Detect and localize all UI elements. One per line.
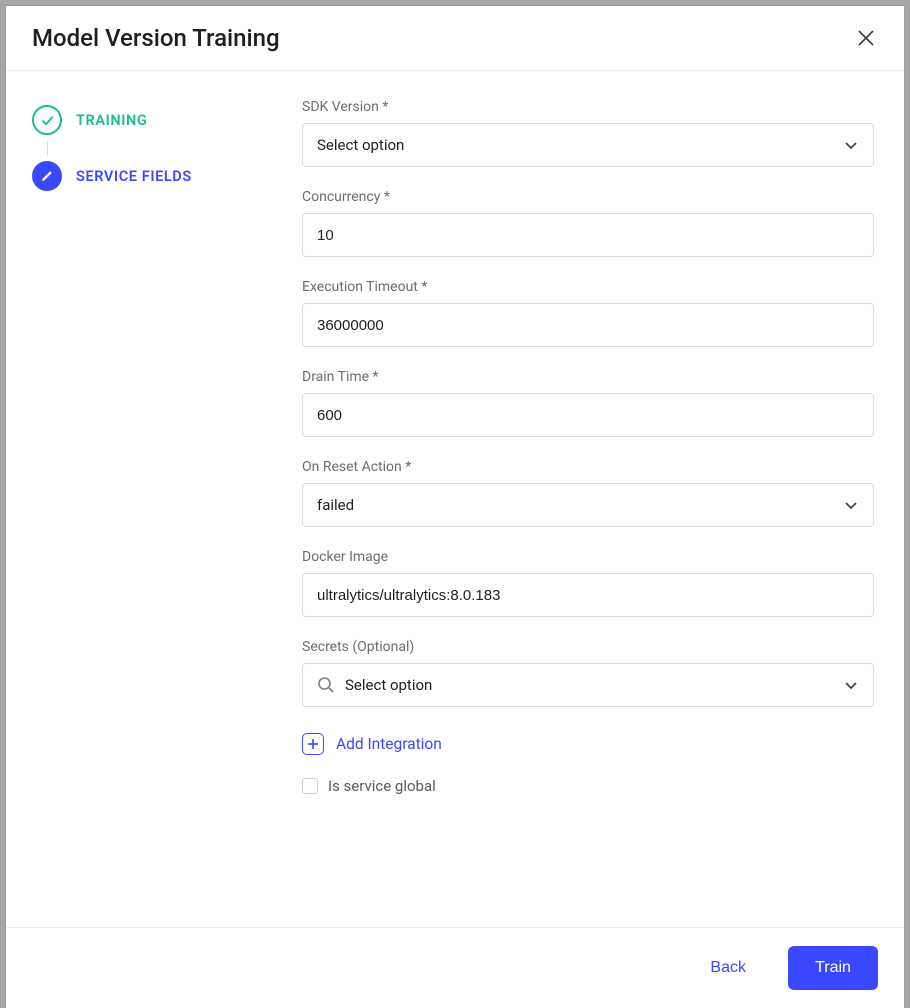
- select-value: Select option: [317, 136, 404, 154]
- close-button[interactable]: [854, 26, 878, 50]
- pencil-icon: [32, 161, 62, 191]
- checkmark-icon: [32, 105, 62, 135]
- step-service-fields[interactable]: SERVICE FIELDS: [32, 155, 302, 197]
- field-label: Execution Timeout *: [302, 279, 874, 295]
- execution-timeout-input[interactable]: [317, 317, 859, 334]
- dialog-title: Model Version Training: [32, 24, 280, 52]
- secrets-select[interactable]: Select option: [302, 663, 874, 707]
- field-concurrency: Concurrency *: [302, 189, 874, 257]
- field-label: SDK Version *: [302, 99, 874, 115]
- close-icon: [857, 29, 875, 47]
- sdk-version-select[interactable]: Select option: [302, 123, 874, 167]
- field-sdk-version: SDK Version * Select option: [302, 99, 874, 167]
- docker-image-input[interactable]: [317, 587, 859, 604]
- field-label: Docker Image: [302, 549, 874, 565]
- dialog-header: Model Version Training: [6, 6, 904, 71]
- stepper-sidebar: TRAINING SERVICE FIELDS: [32, 99, 302, 907]
- is-service-global-checkbox[interactable]: [302, 778, 318, 794]
- docker-image-input-wrapper: [302, 573, 874, 617]
- dialog-body: TRAINING SERVICE FIELDS SDK Version * Se…: [6, 71, 904, 927]
- field-label: Drain Time *: [302, 369, 874, 385]
- add-integration-label: Add Integration: [336, 735, 442, 753]
- chevron-down-icon: [843, 497, 859, 513]
- concurrency-input-wrapper: [302, 213, 874, 257]
- select-value: failed: [317, 496, 354, 514]
- execution-timeout-input-wrapper: [302, 303, 874, 347]
- select-value: Select option: [345, 676, 843, 694]
- train-button[interactable]: Train: [788, 946, 878, 990]
- back-button[interactable]: Back: [686, 946, 770, 990]
- field-drain-time: Drain Time *: [302, 369, 874, 437]
- is-service-global-label: Is service global: [328, 777, 436, 795]
- chevron-down-icon: [843, 677, 859, 693]
- field-label: On Reset Action *: [302, 459, 874, 475]
- is-service-global-row: Is service global: [302, 777, 874, 795]
- drain-time-input[interactable]: [317, 407, 859, 424]
- step-label: SERVICE FIELDS: [76, 168, 192, 185]
- dialog-footer: Back Train: [6, 927, 904, 1008]
- concurrency-input[interactable]: [317, 227, 859, 244]
- chevron-down-icon: [843, 137, 859, 153]
- form: SDK Version * Select option Concurrency …: [302, 99, 878, 907]
- step-training[interactable]: TRAINING: [32, 99, 302, 141]
- dialog-window: Model Version Training TRAINING: [6, 6, 904, 1008]
- field-on-reset-action: On Reset Action * failed: [302, 459, 874, 527]
- field-label: Concurrency *: [302, 189, 874, 205]
- field-docker-image: Docker Image: [302, 549, 874, 617]
- drain-time-input-wrapper: [302, 393, 874, 437]
- add-integration-button[interactable]: Add Integration: [302, 729, 874, 755]
- field-execution-timeout: Execution Timeout *: [302, 279, 874, 347]
- plus-icon: [302, 733, 324, 755]
- step-connector: [47, 141, 48, 155]
- field-label: Secrets (Optional): [302, 639, 874, 655]
- search-icon: [317, 676, 335, 694]
- step-label: TRAINING: [76, 112, 147, 129]
- field-secrets: Secrets (Optional) Select option: [302, 639, 874, 707]
- on-reset-action-select[interactable]: failed: [302, 483, 874, 527]
